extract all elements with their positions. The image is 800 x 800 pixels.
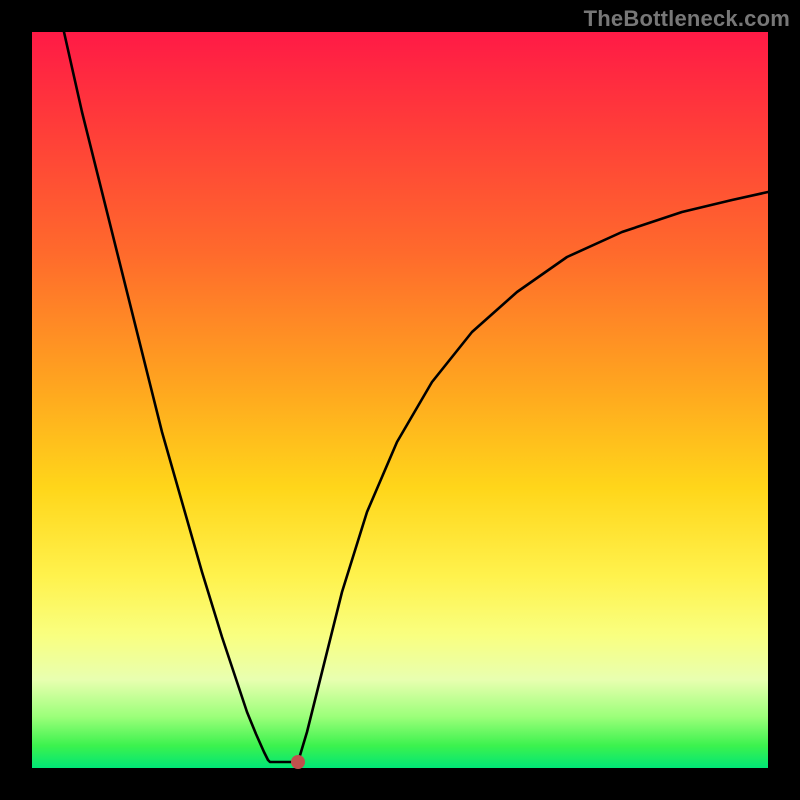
chart-frame: TheBottleneck.com — [0, 0, 800, 800]
optimum-marker — [291, 755, 305, 769]
bottleneck-curve — [32, 32, 768, 768]
plot-area — [32, 32, 768, 768]
curve-path — [64, 32, 768, 762]
watermark-text: TheBottleneck.com — [584, 6, 790, 32]
